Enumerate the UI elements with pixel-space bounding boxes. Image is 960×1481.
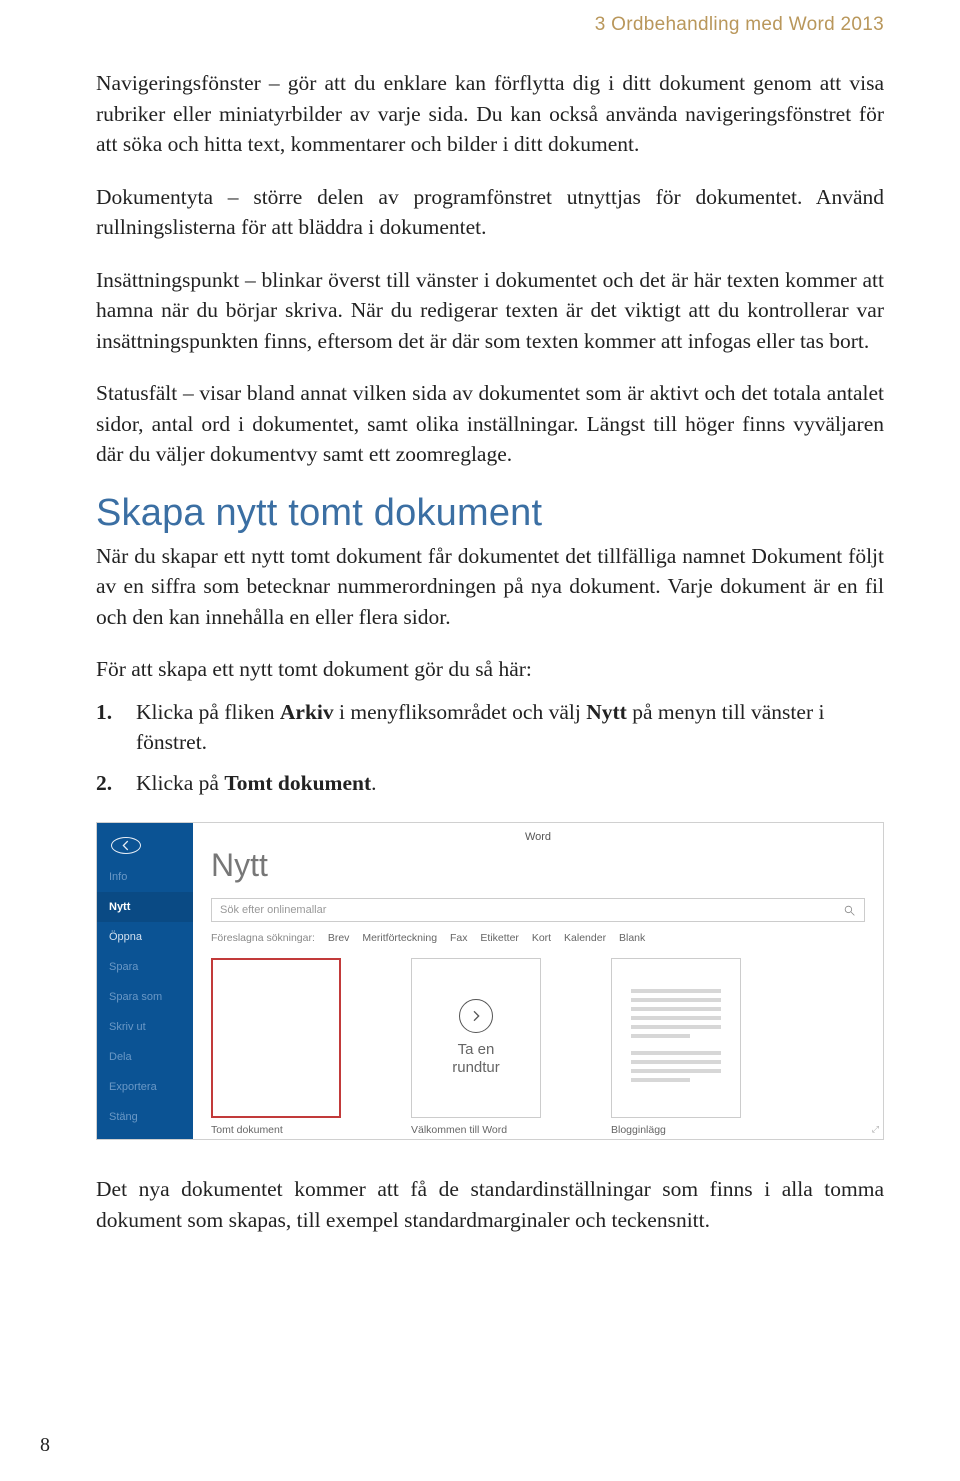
sugg-kort[interactable]: Kort	[532, 932, 551, 944]
sidebar-item-spara[interactable]: Spara	[97, 952, 193, 982]
sugg-merit[interactable]: Meritförteckning	[362, 932, 437, 944]
word-screenshot: Info Nytt Öppna Spara Spara som Skriv ut…	[96, 822, 884, 1140]
search-placeholder: Sök efter onlinemallar	[220, 904, 326, 916]
word-main-panel: Word Nytt Sök efter onlinemallar Föresla…	[193, 823, 883, 1139]
sidebar-item-oppna[interactable]: Öppna	[97, 922, 193, 952]
sugg-brev[interactable]: Brev	[328, 932, 350, 944]
page-header: 3 Ordbehandling med Word 2013	[96, 14, 884, 36]
sugg-label: Föreslagna sökningar:	[211, 932, 315, 944]
word-panel-heading: Nytt	[211, 847, 865, 884]
back-button[interactable]	[111, 837, 141, 854]
sidebar-item-konto[interactable]: Konto	[97, 1132, 193, 1140]
tile-tour-caption: Välkommen till Word ⤢	[411, 1124, 541, 1136]
expand-icon: ⤢	[872, 1124, 879, 1135]
paragraph-defaults: Det nya dokumentet kommer att få de stan…	[96, 1174, 884, 1235]
tile-blog-caption: Blogginlägg	[611, 1124, 741, 1136]
list-item-1: 1. Klicka på fliken Arkiv i menyfliksomr…	[96, 697, 884, 758]
search-icon	[843, 904, 856, 917]
tile-tour-thumb: Ta enrundtur	[411, 958, 541, 1118]
sugg-fax[interactable]: Fax	[450, 932, 468, 944]
tile-blank-caption: Tomt dokument	[211, 1124, 341, 1136]
sidebar-item-stang[interactable]: Stäng	[97, 1102, 193, 1132]
tile-blank-thumb	[211, 958, 341, 1118]
paragraph-newdoc: När du skapar ett nytt tomt dokument får…	[96, 541, 884, 633]
word-app-title: Word	[211, 831, 865, 843]
sidebar-item-skrivut[interactable]: Skriv ut	[97, 1012, 193, 1042]
template-search-input[interactable]: Sök efter onlinemallar	[211, 898, 865, 922]
tile-welcome-tour[interactable]: Ta enrundtur Välkommen till Word ⤢	[411, 958, 541, 1136]
numbered-list: 1. Klicka på fliken Arkiv i menyfliksomr…	[96, 697, 884, 799]
sidebar-item-nytt[interactable]: Nytt	[97, 892, 193, 922]
arrow-left-icon	[119, 838, 134, 853]
list-item-2: 2. Klicka på Tomt dokument.	[96, 768, 884, 799]
page-number: 8	[40, 1434, 50, 1457]
tile-blog-thumb	[611, 958, 741, 1118]
paragraph-docarea: Dokumentyta – större delen av programfön…	[96, 182, 884, 243]
sugg-etiketter[interactable]: Etiketter	[480, 932, 519, 944]
sidebar-item-exportera[interactable]: Exportera	[97, 1072, 193, 1102]
sidebar-item-info[interactable]: Info	[97, 862, 193, 892]
list-text: Klicka på Tomt dokument.	[136, 768, 884, 799]
heading-skapa: Skapa nytt tomt dokument	[96, 492, 884, 535]
tour-text: Ta enrundtur	[452, 1041, 500, 1079]
list-text: Klicka på fliken Arkiv i menyfliksområde…	[136, 697, 884, 758]
arrow-right-circle-icon	[459, 999, 493, 1033]
template-tiles: Tomt dokument Ta enrundtur Välkommen til…	[211, 958, 865, 1136]
sidebar-item-sparasom[interactable]: Spara som	[97, 982, 193, 1012]
paragraph-nav: Navigeringsfönster – gör att du enklare …	[96, 68, 884, 160]
word-sidebar: Info Nytt Öppna Spara Spara som Skriv ut…	[97, 823, 193, 1139]
paragraph-statusbar: Statusfält – visar bland annat vilken si…	[96, 378, 884, 470]
sidebar-item-dela[interactable]: Dela	[97, 1042, 193, 1072]
paragraph-cursor: Insättningspunkt – blinkar överst till v…	[96, 265, 884, 357]
paragraph-howto: För att skapa ett nytt tomt dokument gör…	[96, 654, 884, 685]
tile-blank-document[interactable]: Tomt dokument	[211, 958, 341, 1136]
list-number: 1.	[96, 697, 136, 758]
tile-blog-post[interactable]: Blogginlägg	[611, 958, 741, 1136]
suggested-searches: Föreslagna sökningar: Brev Meritförteckn…	[211, 932, 865, 944]
list-number: 2.	[96, 768, 136, 799]
sugg-kalender[interactable]: Kalender	[564, 932, 606, 944]
sugg-blank[interactable]: Blank	[619, 932, 645, 944]
